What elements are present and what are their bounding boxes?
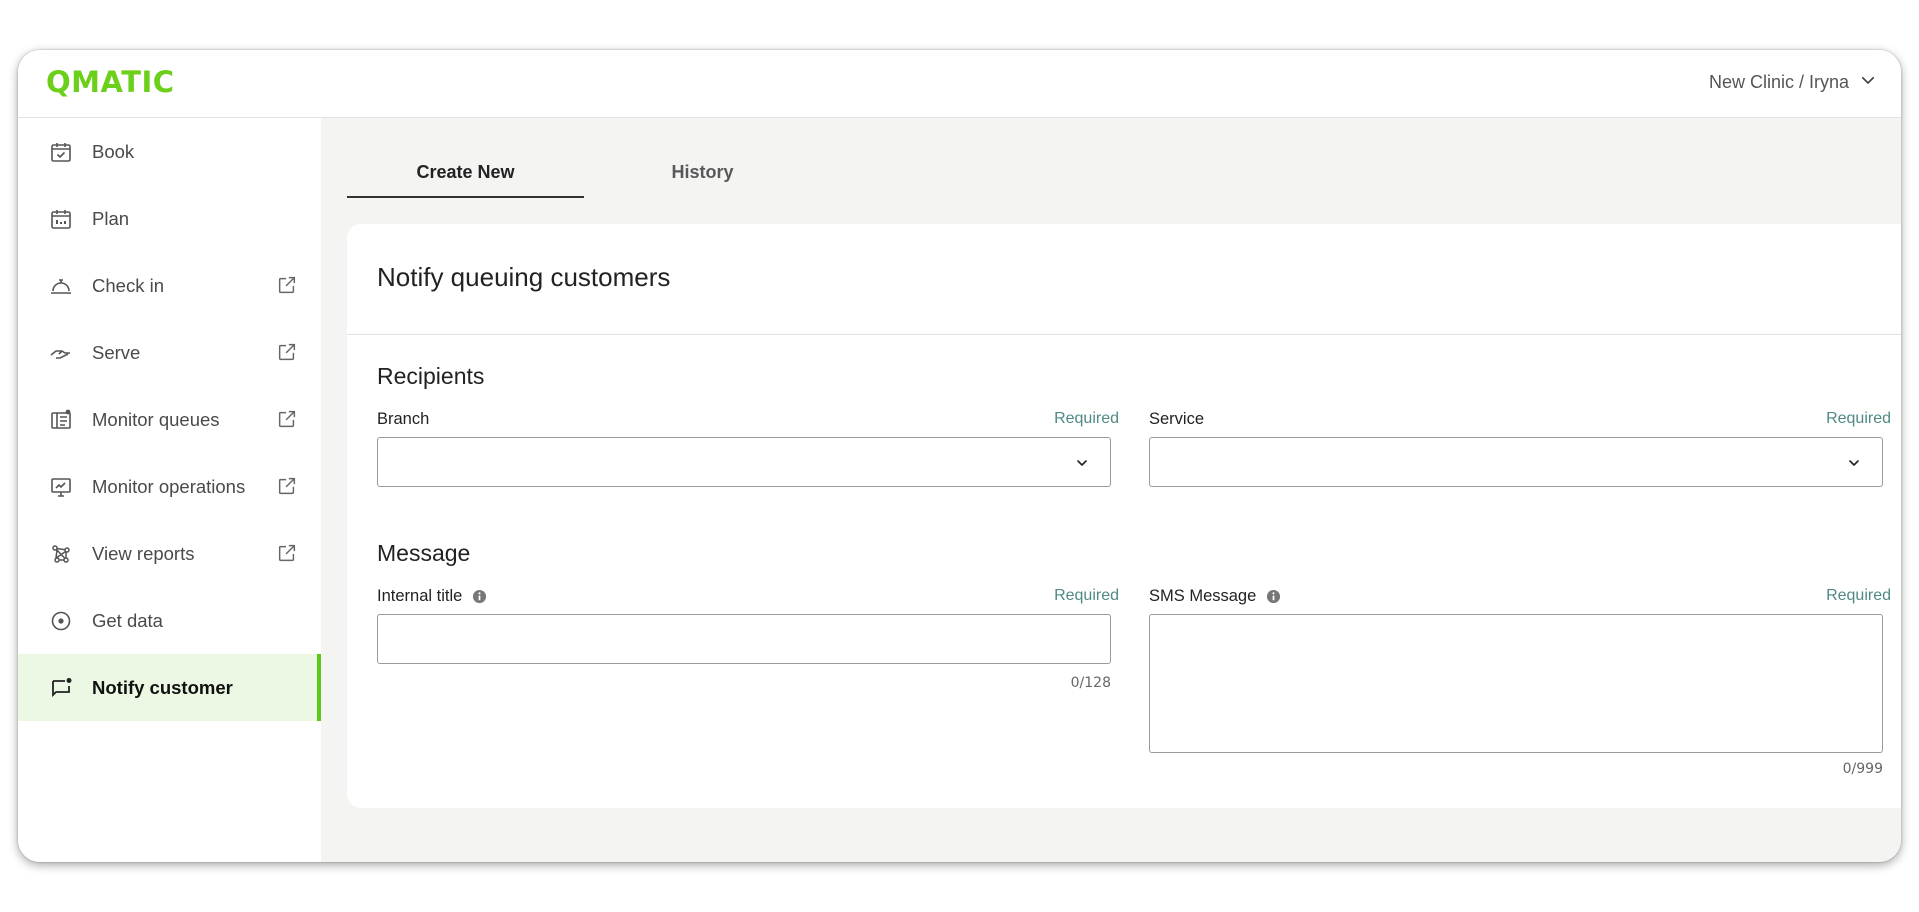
sidebar-item-serve[interactable]: Serve [18,319,321,386]
internal-title-label: Internal title [377,587,487,606]
internal-title-input[interactable] [377,614,1111,664]
sms-message-label: SMS Message [1149,587,1281,606]
branch-label: Branch [377,410,429,429]
info-icon[interactable] [1266,589,1281,604]
external-link-icon[interactable] [276,341,298,363]
qmatic-logo[interactable]: QMATIC [46,65,175,99]
target-circle-icon [48,608,74,634]
sidebar-item-monitor-queues[interactable]: Monitor queues [18,386,321,453]
account-switcher[interactable]: New Clinic / Iryna [1709,71,1877,94]
sidebar-item-label: Serve [92,341,141,363]
external-link-icon[interactable] [276,475,298,497]
sidebar-item-view-reports[interactable]: View reports [18,520,321,587]
service-label-text: Service [1149,410,1205,428]
tab-bar: Create New History [347,146,821,198]
chat-notification-icon [48,675,74,701]
sidebar-item-notify-customer[interactable]: Notify customer [18,654,321,721]
main-content: Create New History Notify queuing custom… [321,118,1901,862]
network-nodes-icon [48,541,74,567]
app-window: QMATIC New Clinic / Iryna Book Plan Chec… [18,50,1901,862]
sidebar-item-check-in[interactable]: Check in [18,252,321,319]
service-required-badge: Required [1826,410,1891,427]
recipients-section-title: Recipients [377,363,485,389]
sidebar-item-get-data[interactable]: Get data [18,587,321,654]
branch-label-text: Branch [377,410,430,428]
message-section-title: Message [377,540,471,566]
calendar-grid-icon [48,206,74,232]
notify-form-card: Notify queuing customers Recipients Bran… [347,224,1901,808]
chevron-down-icon [1077,460,1087,466]
info-icon[interactable] [472,589,487,604]
internal-title-char-counter: 0/128 [1070,675,1111,691]
sms-message-textarea[interactable] [1149,614,1883,753]
queue-board-icon [48,407,74,433]
sidebar-item-label: Monitor queues [92,408,220,430]
sms-message-required-badge: Required [1826,587,1891,604]
service-label: Service [1149,410,1204,429]
sidebar-item-label: Plan [92,207,130,229]
sidebar-item-label: Get data [92,609,163,631]
monitor-chart-icon [48,474,74,500]
sms-message-label-text: SMS Message [1149,587,1257,605]
internal-title-required-badge: Required [1054,587,1119,604]
card-divider [347,334,1901,335]
service-bell-icon [48,273,74,299]
sidebar-item-label: Notify customer [92,676,233,698]
sidebar-item-book[interactable]: Book [18,118,321,185]
sidebar-item-label: View reports [92,542,195,564]
top-bar: QMATIC New Clinic / Iryna [18,50,1901,118]
branch-required-badge: Required [1054,410,1119,427]
chevron-down-icon [1849,460,1859,466]
serving-hand-icon [48,340,74,366]
branch-select[interactable] [377,437,1111,487]
sidebar-item-plan[interactable]: Plan [18,185,321,252]
form-title: Notify queuing customers [377,262,671,292]
external-link-icon[interactable] [276,542,298,564]
tab-history[interactable]: History [584,146,821,198]
sidebar-nav: Book Plan Check in Serve Monitor queues … [18,118,321,862]
calendar-check-icon [48,139,74,165]
tab-create-new[interactable]: Create New [347,146,584,198]
sms-message-char-counter: 0/999 [1842,761,1883,777]
sidebar-item-monitor-operations[interactable]: Monitor operations [18,453,321,520]
external-link-icon[interactable] [276,274,298,296]
external-link-icon[interactable] [276,408,298,430]
account-label: New Clinic / Iryna [1708,72,1849,92]
sidebar-item-label: Book [92,140,135,162]
internal-title-label-text: Internal title [377,587,463,605]
chevron-down-icon [1859,71,1877,94]
sidebar-item-label: Monitor operations [92,475,246,497]
sidebar-item-label: Check in [92,274,164,296]
service-select[interactable] [1149,437,1883,487]
